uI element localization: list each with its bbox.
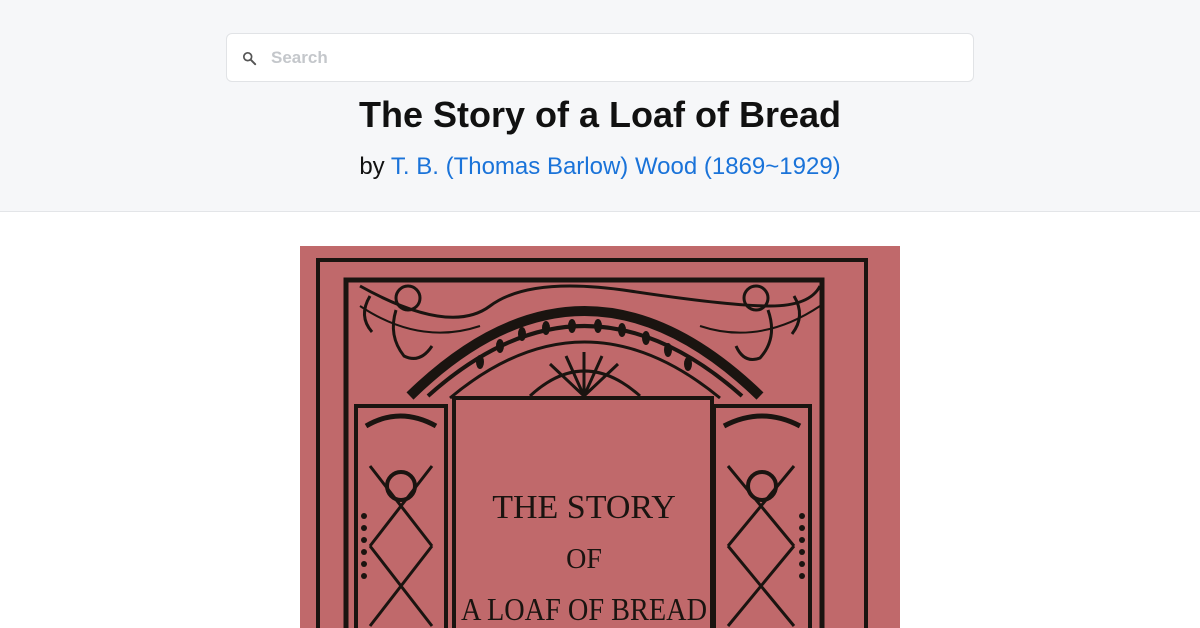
byline: by T. B. (Thomas Barlow) Wood (1869~1929… — [0, 152, 1200, 182]
book-title: The Story of a Loaf of Bread — [358, 94, 842, 135]
book-header: The Story of a Loaf of Bread by T. B. (T… — [0, 0, 1200, 212]
cover-column-left — [354, 404, 448, 628]
cover-shell-ornament — [528, 352, 641, 398]
cover-column-right — [712, 404, 812, 628]
search-input[interactable] — [271, 42, 961, 74]
cover-title-line-3: A LOAF OF BREAD — [461, 591, 707, 627]
cover-title-line-1: THE STORY — [492, 489, 676, 526]
cover-artwork: THE STORY OF A LOAF OF BREAD — [316, 258, 868, 628]
search-box[interactable] — [226, 33, 974, 82]
byline-prefix: by — [359, 153, 385, 180]
search-icon — [242, 51, 257, 66]
book-cover-image: THE STORY OF A LOAF OF BREAD — [300, 246, 900, 628]
cover-cherub-left — [363, 284, 434, 360]
author-link[interactable]: T. B. (Thomas Barlow) Wood (1869~1929) — [391, 153, 841, 180]
cover-title-line-2: OF — [566, 544, 602, 575]
